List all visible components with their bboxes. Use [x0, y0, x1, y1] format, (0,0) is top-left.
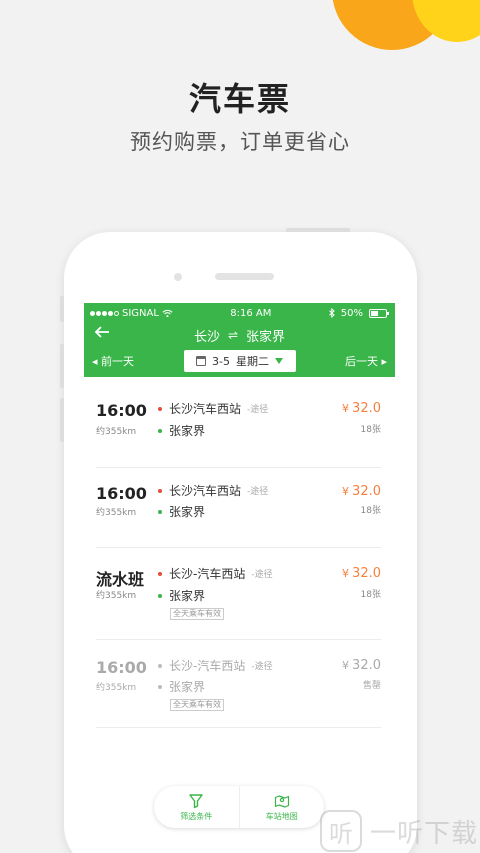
- app-header: SIGNAL 8:16 AM 50% 长沙 ⇌ 张家界 ◂ 前一天 3-5 星期…: [84, 303, 395, 377]
- trip-distance: 约355km: [96, 427, 137, 437]
- trip-origin: 长沙汽车西站 -途径: [158, 482, 268, 499]
- destination-dot-icon: [158, 593, 162, 598]
- trip-time: 16:00: [96, 658, 147, 677]
- trip-destination: 张家界: [158, 678, 205, 695]
- trip-origin: 长沙汽车西站 -途径: [158, 400, 268, 417]
- promo-title: 汽车票: [188, 80, 291, 118]
- trip-distance: 约355km: [96, 683, 137, 693]
- destination-city: 张家界: [246, 329, 286, 345]
- station-map-label: 车站地图: [265, 811, 298, 821]
- origin-dot-icon: [158, 663, 162, 668]
- swap-icon[interactable]: ⇌: [228, 328, 238, 342]
- selected-date: 3-5: [212, 354, 230, 368]
- back-arrow-icon[interactable]: [94, 324, 110, 340]
- watermark: 听 一听下载: [320, 810, 478, 852]
- status-bar: SIGNAL 8:16 AM 50%: [84, 303, 395, 323]
- battery-icon: [368, 308, 389, 318]
- trip-seats: 18张: [360, 425, 381, 435]
- trip-time: 流水班: [96, 570, 145, 589]
- all-day-valid-badge: 全天乘车有效: [170, 608, 224, 620]
- origin-dot-icon: [158, 488, 162, 493]
- destination-dot-icon: [158, 428, 162, 433]
- station-map-button[interactable]: 车站地图: [238, 786, 325, 828]
- trip-row[interactable]: 流水班 约355km 长沙-汽车西站 -途径 张家界 全天乘车有效 ¥32.0 1…: [96, 548, 381, 640]
- phone-speaker: [215, 273, 274, 280]
- trip-seats: 18张: [360, 590, 381, 600]
- carrier-name: SIGNAL: [122, 307, 159, 319]
- trip-origin: 长沙-汽车西站 -途径: [158, 657, 273, 674]
- phone-volume-down-button: [60, 398, 64, 442]
- trip-list: 16:00 约355km 长沙汽车西站 -途径 张家界 ¥32.0 18张 16:…: [84, 377, 395, 728]
- origin-dot-icon: [158, 571, 162, 576]
- trip-seats: 18张: [360, 506, 381, 516]
- phone-camera: [174, 273, 182, 281]
- dropdown-triangle-icon: [274, 358, 283, 364]
- date-picker[interactable]: 3-5 星期二: [183, 350, 296, 372]
- trip-destination: 张家界: [158, 587, 205, 604]
- trip-time: 16:00: [96, 484, 147, 503]
- trip-distance: 约355km: [96, 591, 137, 601]
- chevron-left-icon: ◂: [92, 355, 98, 368]
- promo-subtitle: 预约购票，订单更省心: [130, 130, 350, 154]
- signal-strength-icon: [90, 310, 119, 316]
- destination-dot-icon: [158, 509, 162, 514]
- destination-dot-icon: [158, 684, 162, 689]
- calendar-icon: [196, 356, 207, 366]
- next-day-button[interactable]: 后一天 ▸: [345, 353, 387, 369]
- trip-price: ¥32.0: [342, 658, 381, 673]
- trip-price: ¥32.0: [342, 566, 381, 581]
- all-day-valid-badge: 全天乘车有效: [170, 699, 224, 711]
- origin-dot-icon: [158, 406, 162, 411]
- trip-destination: 张家界: [158, 422, 205, 439]
- wifi-icon: [162, 309, 173, 317]
- phone-side-button: [60, 296, 64, 322]
- filter-button[interactable]: 筛选条件: [154, 786, 239, 828]
- trip-row[interactable]: 16:00 约355km 长沙汽车西站 -途径 张家界 ¥32.0 18张: [96, 377, 381, 468]
- trip-sold-out-label: 售罄: [362, 681, 381, 691]
- app-screen: SIGNAL 8:16 AM 50% 长沙 ⇌ 张家界 ◂ 前一天 3-5 星期…: [84, 303, 395, 853]
- trip-distance: 约355km: [96, 508, 137, 518]
- filter-funnel-icon: [189, 793, 203, 808]
- phone-mockup: SIGNAL 8:16 AM 50% 长沙 ⇌ 张家界 ◂ 前一天 3-5 星期…: [60, 228, 417, 853]
- watermark-logo: 听: [320, 810, 362, 852]
- chevron-right-icon: ▸: [381, 355, 387, 368]
- bottom-action-bar: 筛选条件 车站地图: [154, 786, 324, 828]
- prev-day-button[interactable]: ◂ 前一天: [92, 353, 134, 369]
- phone-power-button: [286, 228, 350, 232]
- trip-row-sold-out: 16:00 约355km 长沙-汽车西站 -途径 张家界 全天乘车有效 ¥32.0…: [96, 640, 381, 728]
- map-pin-icon: [274, 794, 289, 808]
- trip-price: ¥32.0: [342, 484, 381, 499]
- trip-time: 16:00: [96, 401, 147, 420]
- watermark-text: 一听下载: [370, 818, 479, 849]
- filter-label: 筛选条件: [180, 811, 213, 821]
- date-selector-bar: ◂ 前一天 3-5 星期二 后一天 ▸: [84, 347, 395, 375]
- trip-origin: 长沙-汽车西站 -途径: [158, 565, 273, 582]
- trip-destination: 张家界: [158, 503, 205, 520]
- phone-volume-up-button: [60, 344, 64, 388]
- status-time: 8:16 AM: [230, 307, 272, 319]
- route-nav: 长沙 ⇌ 张家界: [84, 323, 395, 347]
- trip-row[interactable]: 16:00 约355km 长沙汽车西站 -途径 张家界 ¥32.0 18张: [96, 468, 381, 548]
- origin-city: 长沙: [193, 329, 220, 345]
- trip-price: ¥32.0: [342, 401, 381, 416]
- bluetooth-icon: [328, 308, 335, 318]
- battery-percent: 50%: [340, 307, 363, 319]
- selected-weekday: 星期二: [235, 355, 269, 368]
